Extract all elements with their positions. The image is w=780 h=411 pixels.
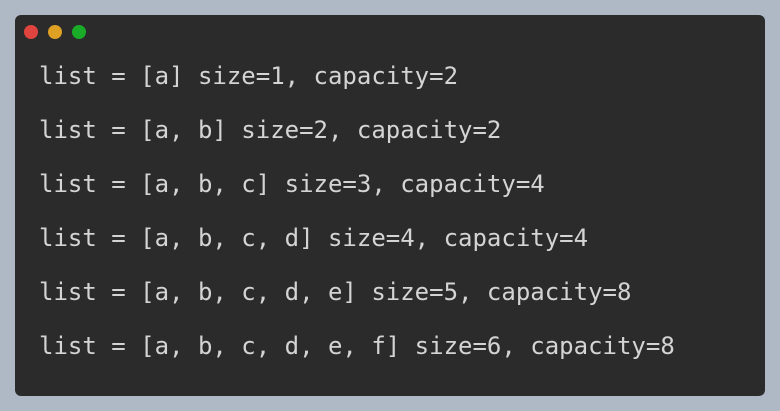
minimize-window-button[interactable] <box>48 25 62 39</box>
code-line: list = [a, b, c, d, e] size=5, capacity=… <box>39 278 632 306</box>
close-window-button[interactable] <box>24 25 38 39</box>
code-output: list = [a] size=1, capacity=2 list = [a,… <box>39 59 757 383</box>
code-line: list = [a, b, c, d] size=4, capacity=4 <box>39 224 589 252</box>
code-line: list = [a, b] size=2, capacity=2 <box>39 116 502 144</box>
code-window: list = [a] size=1, capacity=2 list = [a,… <box>15 15 765 396</box>
code-line: list = [a, b, c, d, e, f] size=6, capaci… <box>39 332 675 360</box>
window-titlebar <box>15 15 765 49</box>
code-line: list = [a, b, c] size=3, capacity=4 <box>39 170 545 198</box>
maximize-window-button[interactable] <box>72 25 86 39</box>
code-line: list = [a] size=1, capacity=2 <box>39 62 459 90</box>
